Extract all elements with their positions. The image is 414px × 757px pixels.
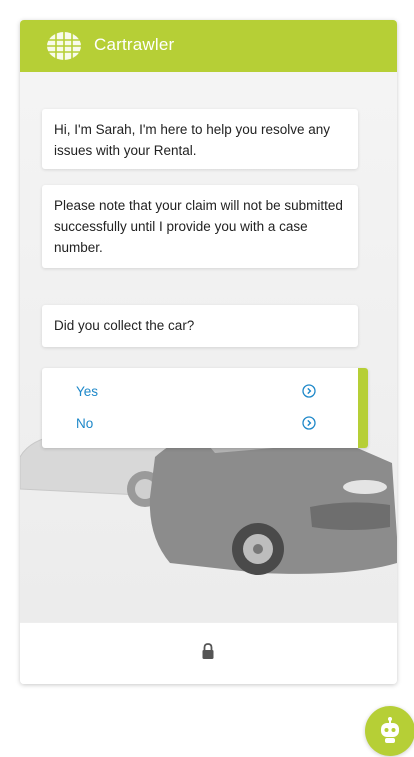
chevron-right-circle-icon <box>302 416 316 430</box>
lock-icon <box>202 643 214 659</box>
chat-header: Cartrawler <box>20 20 397 72</box>
quick-reply-yes[interactable]: Yes <box>42 376 358 408</box>
quick-reply-label: No <box>76 416 94 431</box>
quick-reply-label: Yes <box>76 384 99 399</box>
cartrawler-logo-icon <box>47 32 81 60</box>
accent-bar <box>358 368 368 448</box>
chat-window: Cartrawler Hi, I'm Sarah, I'm here to he… <box>20 20 397 684</box>
brand-name: Cartrawler <box>94 35 175 54</box>
quick-reply-no[interactable]: No <box>42 408 358 440</box>
chat-message: Hi, I'm Sarah, I'm here to help you reso… <box>42 109 358 169</box>
chat-body[interactable]: Hi, I'm Sarah, I'm here to help you reso… <box>20 72 397 622</box>
quick-reply-options: Yes No <box>42 368 368 448</box>
robot-icon <box>381 717 399 743</box>
chat-launcher-button[interactable] <box>365 706 414 756</box>
page: Cartrawler Hi, I'm Sarah, I'm here to he… <box>0 0 414 757</box>
chevron-right-circle-icon <box>302 384 316 398</box>
chat-message: Did you collect the car? <box>42 305 358 347</box>
chat-input-footer <box>20 622 397 684</box>
chat-message: Please note that your claim will not be … <box>42 185 358 268</box>
